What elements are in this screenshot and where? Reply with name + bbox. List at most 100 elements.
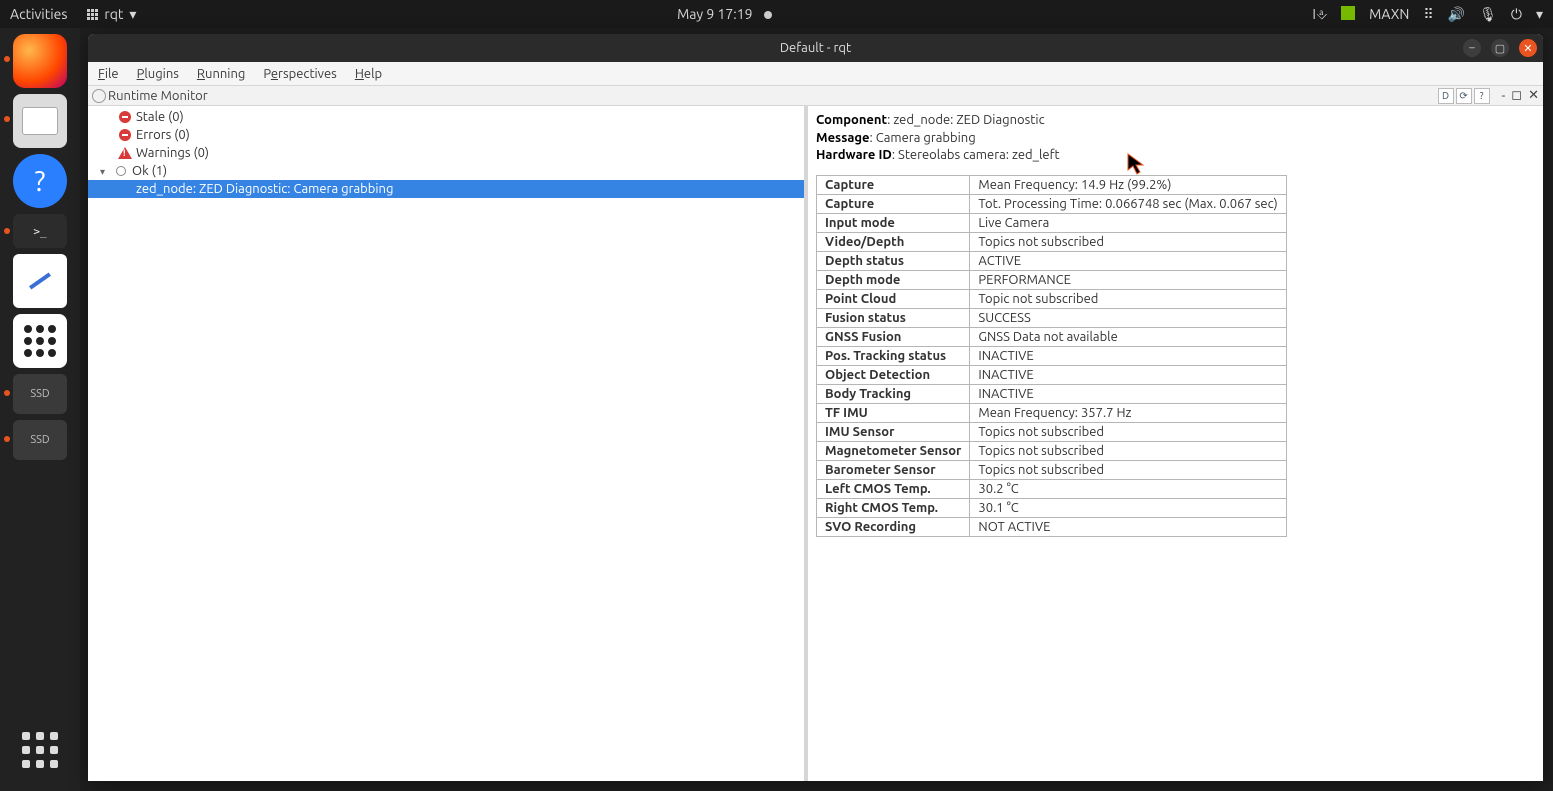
table-row: Magnetometer SensorTopics not subscribed (817, 441, 1287, 460)
clock[interactable]: May 9 17:19 (677, 6, 752, 22)
diag-value: Mean Frequency: 357.7 Hz (970, 403, 1286, 422)
diag-value: Mean Frequency: 14.9 Hz (99.2%) (970, 175, 1286, 194)
table-row: Body TrackingINACTIVE (817, 384, 1287, 403)
table-row: Video/DepthTopics not subscribed (817, 232, 1287, 251)
activities-button[interactable]: Activities (10, 6, 67, 22)
launcher-ssd-2[interactable]: SSD (13, 420, 67, 460)
toolbar-close-icon[interactable]: ✕ (1528, 88, 1539, 103)
nvidia-icon (1341, 6, 1355, 23)
close-button[interactable]: ✕ (1519, 39, 1537, 57)
diag-key: Barometer Sensor (817, 460, 970, 479)
diag-value: Live Camera (970, 213, 1286, 232)
launcher-help[interactable]: ? (13, 154, 67, 208)
toolbar-float-icon[interactable]: ◻ (1511, 88, 1522, 103)
diag-key: IMU Sensor (817, 422, 970, 441)
diag-value: Topics not subscribed (970, 441, 1286, 460)
tree-node-zed[interactable]: zed_node: ZED Diagnostic: Camera grabbin… (88, 180, 804, 198)
plugin-toolbar: Runtime Monitor D ⟳ ? - ◻ ✕ (88, 86, 1543, 106)
input-source-icon[interactable]: I⎀ (1312, 6, 1327, 23)
diag-value: Tot. Processing Time: 0.066748 sec (Max.… (970, 194, 1286, 213)
table-row: CaptureTot. Processing Time: 0.066748 se… (817, 194, 1287, 213)
tree-stale-label: Stale (0) (136, 110, 184, 124)
diag-key: Capture (817, 194, 970, 213)
tree-pane[interactable]: Stale (0) Errors (0) Warnings (0) ▾ Ok (… (88, 106, 808, 781)
plugin-title: Runtime Monitor (108, 89, 208, 103)
tree-errors[interactable]: Errors (0) (88, 126, 804, 144)
power-mode[interactable]: MAXN (1369, 6, 1409, 22)
diag-key: Input mode (817, 213, 970, 232)
toolbar-d-button[interactable]: D (1438, 88, 1454, 104)
network-icon[interactable]: ⠿ (1423, 6, 1433, 23)
diag-value: SUCCESS (970, 308, 1286, 327)
launcher-ssd-1[interactable]: SSD (13, 374, 67, 414)
diag-key: SVO Recording (817, 517, 970, 536)
diag-value: Topic not subscribed (970, 289, 1286, 308)
launcher-files[interactable] (13, 94, 67, 148)
diag-value: NOT ACTIVE (970, 517, 1286, 536)
tree-node-label: zed_node: ZED Diagnostic: Camera grabbin… (136, 182, 393, 196)
diag-key: Pos. Tracking status (817, 346, 970, 365)
table-row: Pos. Tracking statusINACTIVE (817, 346, 1287, 365)
chevron-down-icon: ▾ (129, 6, 136, 23)
menu-help[interactable]: Help (355, 67, 382, 81)
expander-icon[interactable]: ▾ (100, 166, 110, 176)
diag-key: Depth mode (817, 270, 970, 289)
table-row: IMU SensorTopics not subscribed (817, 422, 1287, 441)
launcher-show-apps[interactable] (13, 723, 67, 777)
launcher-text-editor[interactable] (13, 254, 67, 308)
stop-icon (118, 110, 132, 124)
diag-value: Topics not subscribed (970, 460, 1286, 479)
grid-icon (87, 9, 98, 20)
chevron-down-icon[interactable]: ▾ (1536, 6, 1543, 23)
diag-value: Topics not subscribed (970, 232, 1286, 251)
stop-icon (118, 128, 132, 142)
diag-key: Depth status (817, 251, 970, 270)
toolbar-help-button[interactable]: ? (1474, 88, 1490, 104)
table-row: GNSS FusionGNSS Data not available (817, 327, 1287, 346)
bulb-icon (114, 164, 128, 178)
refresh-icon[interactable] (92, 89, 106, 103)
rqt-window: Default - rqt – ▢ ✕ File Plugins Running… (88, 34, 1543, 781)
menu-plugins[interactable]: Plugins (137, 67, 179, 81)
tree-warnings-label: Warnings (0) (136, 146, 209, 160)
diag-key: Magnetometer Sensor (817, 441, 970, 460)
diag-key: TF IMU (817, 403, 970, 422)
launcher-rqt[interactable] (13, 314, 67, 368)
launcher-terminal[interactable]: >_ (13, 214, 67, 248)
tree-warnings[interactable]: Warnings (0) (88, 144, 804, 162)
diag-key: Fusion status (817, 308, 970, 327)
table-row: CaptureMean Frequency: 14.9 Hz (99.2%) (817, 175, 1287, 194)
menu-running[interactable]: Running (197, 67, 245, 81)
toolbar-minimize-icon[interactable]: - (1502, 89, 1506, 103)
diag-key: GNSS Fusion (817, 327, 970, 346)
power-icon[interactable]: ⏻ (1511, 6, 1522, 23)
app-menu[interactable]: rqt ▾ (87, 6, 136, 23)
maximize-button[interactable]: ▢ (1491, 39, 1509, 57)
diag-value: 30.2 °C (970, 479, 1286, 498)
diag-value: GNSS Data not available (970, 327, 1286, 346)
diag-key: Body Tracking (817, 384, 970, 403)
diag-value: INACTIVE (970, 346, 1286, 365)
tree-ok-label: Ok (1) (132, 164, 167, 178)
diag-key: Right CMOS Temp. (817, 498, 970, 517)
gnome-topbar: Activities rqt ▾ May 9 17:19 I⎀ MAXN ⠿ 🔊… (0, 0, 1553, 28)
window-titlebar[interactable]: Default - rqt – ▢ ✕ (88, 34, 1543, 62)
volume-icon[interactable]: 🔊 (1448, 6, 1465, 23)
diag-value: ACTIVE (970, 251, 1286, 270)
detail-pane: Component: zed_node: ZED Diagnostic Mess… (808, 106, 1543, 781)
notification-dot-icon (764, 11, 772, 19)
diag-value: 30.1 °C (970, 498, 1286, 517)
warning-icon (118, 146, 132, 160)
table-row: Depth statusACTIVE (817, 251, 1287, 270)
launcher-dock: ? >_ SSD SSD (0, 28, 80, 791)
microphone-icon[interactable]: 🎙 (1479, 6, 1497, 23)
minimize-button[interactable]: – (1463, 39, 1481, 57)
diag-value: INACTIVE (970, 384, 1286, 403)
toolbar-reload-button[interactable]: ⟳ (1456, 88, 1472, 104)
menu-file[interactable]: File (98, 67, 119, 81)
tree-ok[interactable]: ▾ Ok (1) (88, 162, 804, 180)
table-row: SVO RecordingNOT ACTIVE (817, 517, 1287, 536)
launcher-firefox[interactable] (13, 34, 67, 88)
menu-perspectives[interactable]: Perspectives (263, 67, 336, 81)
tree-stale[interactable]: Stale (0) (88, 108, 804, 126)
